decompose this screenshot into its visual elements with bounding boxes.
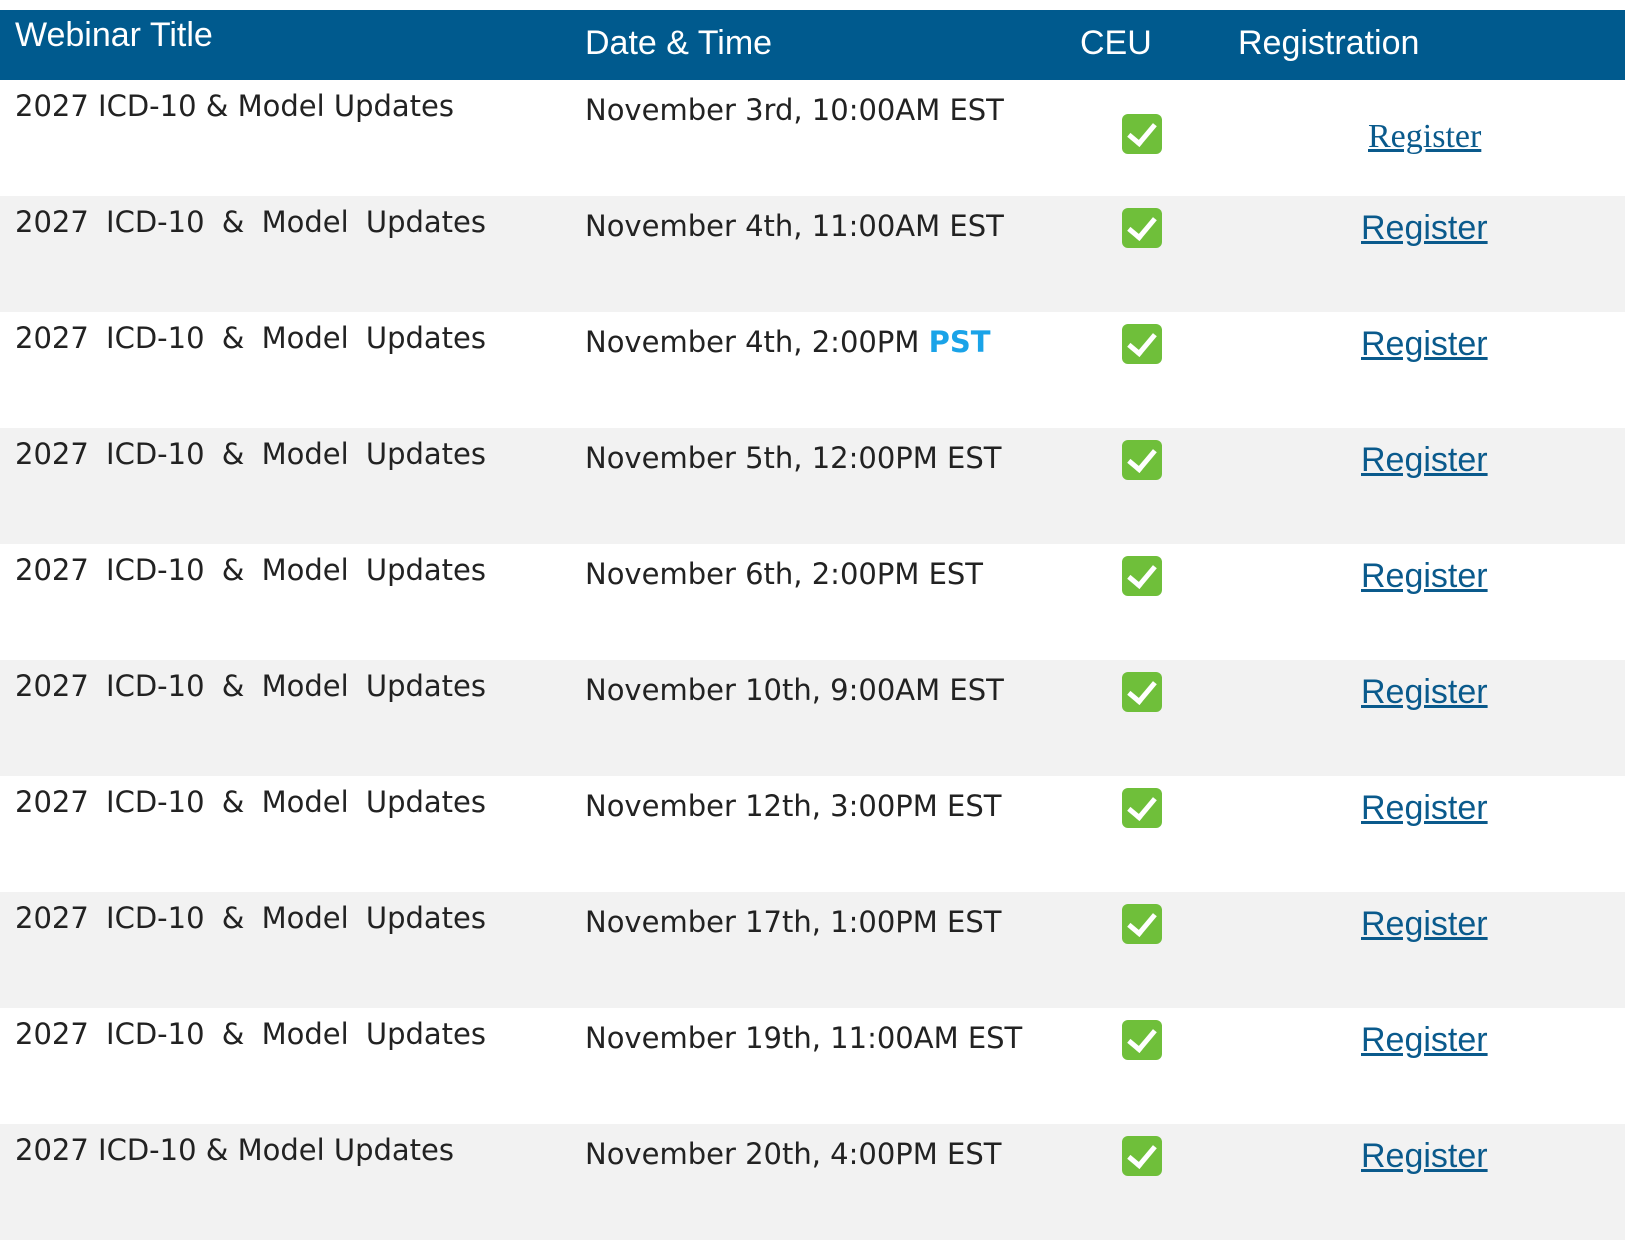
timezone: EST <box>967 1021 1023 1055</box>
webinar-title: 2027 ICD-10 & Model Updates <box>15 901 486 935</box>
register-link[interactable]: Register <box>1361 789 1488 827</box>
ceu-cell <box>1075 544 1225 660</box>
webinar-title: 2027 ICD-10 & Model Updates <box>15 1133 454 1167</box>
registration-cell: Register <box>1225 80 1625 196</box>
date-time-value: November 5th, 12:00PM <box>585 441 938 475</box>
timezone: EST <box>947 789 1002 823</box>
registration-cell: Register <box>1225 776 1625 892</box>
webinar-title: 2027 ICD-10 & Model Updates <box>15 437 486 471</box>
timezone: EST <box>928 557 984 591</box>
registration-cell: Register <box>1225 660 1625 776</box>
webinar-date-time: November 20th, 4:00PM EST <box>570 1124 1075 1240</box>
register-link[interactable]: Register <box>1361 325 1488 363</box>
ceu-cell <box>1075 1008 1225 1124</box>
table-body: 2027 ICD-10 & Model Updates November 3rd,… <box>0 80 1625 1240</box>
table-row: 2027 ICD-10 & Model Updates November 4th,… <box>0 196 1625 312</box>
register-link[interactable]: Register <box>1361 209 1488 247</box>
webinar-title: 2027 ICD-10 & Model Updates <box>15 669 486 703</box>
webinar-title: 2027 ICD-10 & Model Updates <box>15 89 454 123</box>
table-row: 2027 ICD-10 & Model Updates November 20th… <box>0 1124 1625 1240</box>
table-row: 2027 ICD-10 & Model Updates November 4th,… <box>0 312 1625 428</box>
header-ceu: CEU <box>1080 24 1152 62</box>
date-time-value: November 20th, 4:00PM <box>585 1137 938 1171</box>
table-row: 2027 ICD-10 & Model Updates November 6th,… <box>0 544 1625 660</box>
ceu-cell <box>1075 1124 1225 1240</box>
date-time-value: November 12th, 3:00PM <box>585 789 938 823</box>
date-time-value: November 17th, 1:00PM <box>585 905 938 939</box>
ceu-cell <box>1075 312 1225 428</box>
webinar-date-time: November 5th, 12:00PM EST <box>570 428 1075 544</box>
register-link[interactable]: Register <box>1361 557 1488 595</box>
timezone: EST <box>947 905 1002 939</box>
timezone: EST <box>949 673 1004 707</box>
date-time-value: November 4th, 2:00PM <box>585 325 920 359</box>
ceu-cell <box>1075 80 1225 196</box>
webinar-date-time: November 10th, 9:00AM EST <box>570 660 1075 776</box>
registration-cell: Register <box>1225 1008 1625 1124</box>
date-time-value: November 3rd, 10:00AM <box>585 93 941 127</box>
table-row: 2027 ICD-10 & Model Updates November 5th,… <box>0 428 1625 544</box>
check-icon <box>1122 440 1162 480</box>
header-date-time: Date & Time <box>585 24 773 62</box>
header-registration: Registration <box>1238 24 1420 62</box>
table-row: 2027 ICD-10 & Model Updates November 10th… <box>0 660 1625 776</box>
webinar-date-time: November 12th, 3:00PM EST <box>570 776 1075 892</box>
header-row: Webinar Title Date & Time CEU Registrati… <box>0 10 1625 80</box>
check-icon <box>1122 1020 1162 1060</box>
timezone: PST <box>928 325 991 359</box>
timezone: EST <box>949 209 1004 243</box>
webinar-title: 2027 ICD-10 & Model Updates <box>15 1017 486 1051</box>
webinar-date-time: November 19th, 11:00AM EST <box>570 1008 1075 1124</box>
registration-cell: Register <box>1225 1124 1625 1240</box>
registration-cell: Register <box>1225 312 1625 428</box>
register-link[interactable]: Register <box>1361 118 1481 155</box>
registration-cell: Register <box>1225 196 1625 312</box>
webinar-date-time: November 4th, 2:00PM PST <box>570 312 1075 428</box>
ceu-cell <box>1075 660 1225 776</box>
registration-cell: Register <box>1225 544 1625 660</box>
registration-cell: Register <box>1225 428 1625 544</box>
check-icon <box>1122 904 1162 944</box>
register-link[interactable]: Register <box>1361 441 1488 479</box>
check-icon <box>1122 114 1162 154</box>
check-icon <box>1122 208 1162 248</box>
timezone: EST <box>947 441 1002 475</box>
webinar-title: 2027 ICD-10 & Model Updates <box>15 321 486 355</box>
check-icon <box>1122 1136 1162 1176</box>
register-link[interactable]: Register <box>1361 673 1488 711</box>
check-icon <box>1122 324 1162 364</box>
webinar-date-time: November 17th, 1:00PM EST <box>570 892 1075 1008</box>
ceu-cell <box>1075 776 1225 892</box>
registration-cell: Register <box>1225 892 1625 1008</box>
webinar-table: Webinar Title Date & Time CEU Registrati… <box>0 10 1625 1240</box>
header-webinar-title: Webinar Title <box>15 16 213 54</box>
date-time-value: November 6th, 2:00PM <box>585 557 920 591</box>
check-icon <box>1122 672 1162 712</box>
timezone: EST <box>949 93 1004 127</box>
check-icon <box>1122 788 1162 828</box>
table-row: 2027 ICD-10 & Model Updates November 19th… <box>0 1008 1625 1124</box>
ceu-cell <box>1075 892 1225 1008</box>
register-link[interactable]: Register <box>1361 1021 1488 1059</box>
register-link[interactable]: Register <box>1361 905 1488 943</box>
webinar-date-time: November 6th, 2:00PM EST <box>570 544 1075 660</box>
webinar-title: 2027 ICD-10 & Model Updates <box>15 205 486 239</box>
register-link[interactable]: Register <box>1361 1137 1488 1175</box>
webinar-date-time: November 3rd, 10:00AM EST <box>570 80 1075 196</box>
webinar-date-time: November 4th, 11:00AM EST <box>570 196 1075 312</box>
webinar-schedule: Webinar Title Date & Time CEU Registrati… <box>0 10 1625 1240</box>
table-row: 2027 ICD-10 & Model Updates November 17th… <box>0 892 1625 1008</box>
timezone: EST <box>947 1137 1002 1171</box>
ceu-cell <box>1075 428 1225 544</box>
date-time-value: November 4th, 11:00AM <box>585 209 941 243</box>
check-icon <box>1122 556 1162 596</box>
table-row: 2027 ICD-10 & Model Updates November 3rd,… <box>0 80 1625 196</box>
date-time-value: November 19th, 11:00AM <box>585 1021 959 1055</box>
date-time-value: November 10th, 9:00AM <box>585 673 941 707</box>
table-row: 2027 ICD-10 & Model Updates November 12th… <box>0 776 1625 892</box>
webinar-title: 2027 ICD-10 & Model Updates <box>15 785 486 819</box>
webinar-title: 2027 ICD-10 & Model Updates <box>15 553 486 587</box>
ceu-cell <box>1075 196 1225 312</box>
table-header: Webinar Title Date & Time CEU Registrati… <box>0 10 1625 80</box>
